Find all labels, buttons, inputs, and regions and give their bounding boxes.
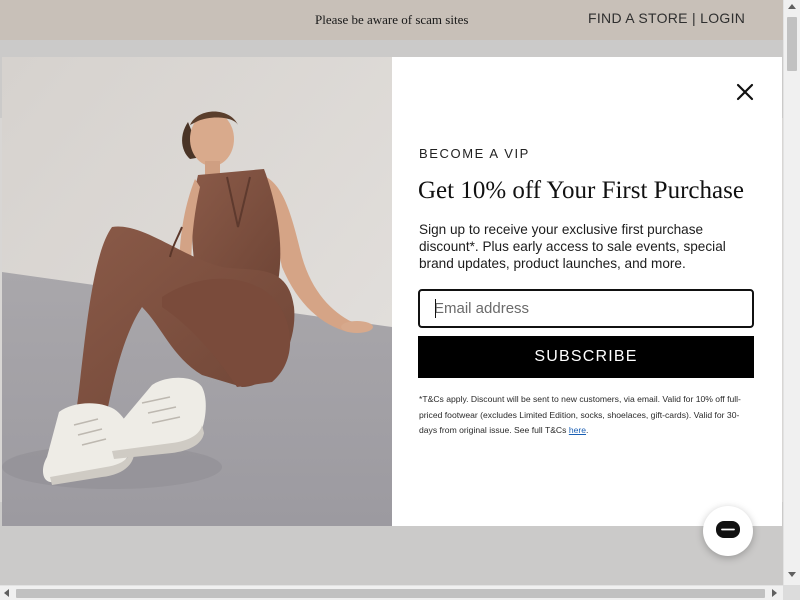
chat-icon bbox=[716, 521, 740, 538]
vertical-scroll-thumb[interactable] bbox=[787, 17, 797, 71]
modal-headline: Get 10% off Your First Purchase bbox=[418, 177, 744, 204]
scroll-down-icon[interactable] bbox=[788, 572, 796, 577]
modal-description: Sign up to receive your exclusive first … bbox=[419, 222, 726, 271]
email-field[interactable] bbox=[418, 289, 754, 328]
scrollbar-corner bbox=[783, 585, 800, 600]
find-store-link[interactable]: FIND A STORE bbox=[588, 10, 688, 26]
modal-eyebrow: BECOME A VIP bbox=[419, 146, 530, 161]
subscribe-button[interactable]: SUBSCRIBE bbox=[418, 336, 754, 378]
terms-end: . bbox=[586, 425, 589, 435]
modal-hero-image bbox=[2, 57, 392, 526]
modal-content: BECOME A VIP Get 10% off Your First Purc… bbox=[392, 57, 782, 526]
terms-text: *T&Cs apply. Discount will be sent to ne… bbox=[419, 392, 754, 439]
scroll-up-icon[interactable] bbox=[788, 4, 796, 9]
text-caret bbox=[435, 299, 436, 318]
header-links: FIND A STORE | LOGIN bbox=[588, 10, 745, 26]
announcement-text: Please be aware of scam sites bbox=[315, 12, 469, 27]
link-separator: | bbox=[692, 10, 696, 26]
login-link[interactable]: LOGIN bbox=[700, 10, 745, 26]
announcement-bar: Please be aware of scam sites FIND A STO… bbox=[0, 0, 783, 40]
scroll-right-icon[interactable] bbox=[772, 589, 777, 597]
chat-launcher-button[interactable] bbox=[703, 506, 753, 556]
close-icon[interactable] bbox=[734, 81, 756, 103]
scroll-left-icon[interactable] bbox=[4, 589, 9, 597]
horizontal-scrollbar[interactable] bbox=[0, 585, 783, 600]
terms-link[interactable]: here bbox=[569, 425, 586, 435]
horizontal-scroll-thumb[interactable] bbox=[16, 589, 765, 598]
vertical-scrollbar[interactable] bbox=[783, 0, 800, 600]
vip-signup-modal: BECOME A VIP Get 10% off Your First Purc… bbox=[2, 57, 782, 526]
